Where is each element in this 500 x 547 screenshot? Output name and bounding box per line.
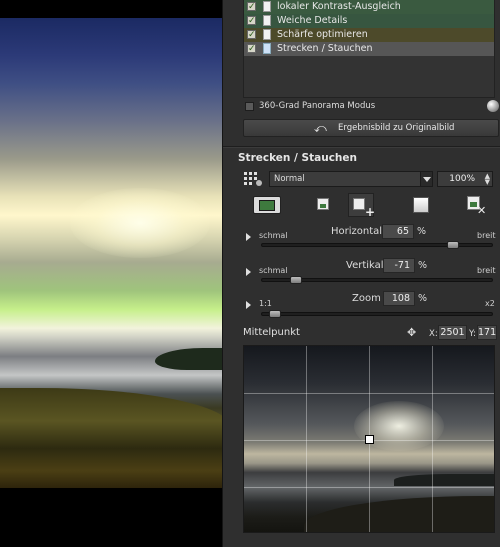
apply-result-label: Ergebnisbild zu Originalbild bbox=[338, 123, 455, 133]
expand-zoom-icon[interactable] bbox=[246, 301, 251, 309]
crosshair-icon[interactable]: ✥ bbox=[407, 326, 416, 339]
horizontal-slider-track[interactable] bbox=[261, 241, 493, 249]
checkbox[interactable]: ✓ bbox=[247, 30, 256, 40]
horizontal-unit: % bbox=[417, 226, 427, 237]
zoom-slider-thumb[interactable] bbox=[269, 310, 281, 318]
horizontal-slider-thumb[interactable] bbox=[447, 241, 459, 249]
foreground-rocks bbox=[0, 388, 222, 488]
vertical-min-label: schmal bbox=[259, 266, 288, 275]
checkbox[interactable]: ✓ bbox=[247, 16, 256, 26]
white-frame-icon[interactable] bbox=[413, 197, 429, 213]
section-title: Strecken / Stauchen bbox=[238, 152, 357, 164]
opacity-value: 100% bbox=[449, 174, 475, 184]
filter-list[interactable]: ✓ lokaler Kontrast-Ausgleich ✓ Weiche De… bbox=[243, 0, 495, 98]
list-item-label: lokaler Kontrast-Ausgleich bbox=[277, 1, 401, 12]
zoom-value-input[interactable]: 108 bbox=[383, 291, 415, 306]
vertical-max-label: breit bbox=[477, 266, 496, 275]
horizontal-min-label: schmal bbox=[259, 231, 288, 240]
panorama-row: 360-Grad Panorama Modus bbox=[243, 100, 499, 114]
list-item-label: Weiche Details bbox=[277, 15, 348, 26]
undo-arrow-icon: ⤺ bbox=[314, 121, 327, 135]
add-image-button[interactable]: + bbox=[348, 193, 376, 219]
expand-horizontal-icon[interactable] bbox=[246, 233, 251, 241]
settings-panel: ✓ lokaler Kontrast-Ausgleich ✓ Weiche De… bbox=[222, 0, 500, 547]
list-item[interactable]: ✓ Weiche Details bbox=[244, 14, 494, 28]
edit-image-icon[interactable] bbox=[315, 195, 333, 215]
navigator-rocks bbox=[304, 496, 494, 532]
zoom-label: Zoom bbox=[352, 293, 381, 304]
list-item[interactable]: ✓ lokaler Kontrast-Ausgleich bbox=[244, 0, 494, 14]
panorama-label: 360-Grad Panorama Modus bbox=[259, 101, 376, 111]
center-point-handle[interactable] bbox=[365, 435, 374, 444]
center-x-input[interactable]: 2501 bbox=[438, 325, 467, 340]
opacity-stepper[interactable]: 100% ▲ ▼ bbox=[437, 171, 493, 187]
list-item-label: Strecken / Stauchen bbox=[277, 43, 373, 54]
navigator-preview[interactable] bbox=[243, 345, 495, 533]
vertical-slider-track[interactable] bbox=[261, 276, 493, 284]
section-divider bbox=[223, 146, 500, 148]
sun-glow bbox=[70, 188, 210, 258]
help-icon[interactable] bbox=[487, 100, 499, 112]
fit-image-icon bbox=[259, 200, 275, 211]
zoom-unit: % bbox=[418, 293, 428, 304]
zoom-slider-track[interactable] bbox=[261, 310, 493, 318]
chevron-down-icon[interactable] bbox=[420, 172, 432, 186]
navigator-cliff bbox=[394, 474, 494, 486]
panorama-checkbox[interactable] bbox=[245, 102, 254, 111]
preview-photo bbox=[0, 18, 222, 488]
zoom-max-label: x2 bbox=[485, 299, 495, 308]
x-label: X: bbox=[429, 329, 438, 339]
checkbox[interactable]: ✓ bbox=[247, 44, 256, 54]
document-icon bbox=[263, 15, 271, 26]
plus-icon: + bbox=[365, 205, 376, 219]
grid-line bbox=[244, 487, 494, 488]
vertical-label: Vertikal bbox=[346, 260, 384, 271]
vertical-slider-thumb[interactable] bbox=[290, 276, 302, 284]
checkbox[interactable]: ✓ bbox=[247, 2, 256, 12]
delete-image-icon[interactable]: ✕ bbox=[465, 194, 487, 217]
blend-mode-select[interactable]: Normal bbox=[269, 171, 433, 187]
zoom-min-label: 1:1 bbox=[259, 299, 272, 308]
horizontal-label: Horizontal bbox=[331, 226, 383, 237]
vertical-unit: % bbox=[418, 260, 428, 271]
center-title: Mittelpunkt bbox=[243, 327, 300, 338]
grid-line bbox=[244, 393, 494, 394]
apply-result-button[interactable]: ⤺ Ergebnisbild zu Originalbild bbox=[243, 119, 499, 137]
list-item-label: Schärfe optimieren bbox=[277, 29, 368, 40]
expand-vertical-icon[interactable] bbox=[246, 268, 251, 276]
y-label: Y: bbox=[469, 329, 476, 339]
list-item-selected[interactable]: ✓ Strecken / Stauchen bbox=[244, 42, 494, 56]
add-image-icon bbox=[353, 198, 365, 210]
document-icon bbox=[263, 29, 271, 40]
horizontal-value-input[interactable]: 65 bbox=[382, 224, 414, 239]
center-y-input[interactable]: 171 bbox=[477, 325, 497, 340]
document-icon bbox=[263, 1, 271, 12]
horizontal-max-label: breit bbox=[477, 231, 496, 240]
distant-cliff bbox=[155, 348, 222, 370]
stepper-arrows-icon[interactable]: ▲ ▼ bbox=[485, 173, 490, 186]
fit-image-button[interactable] bbox=[253, 196, 281, 214]
image-preview[interactable] bbox=[0, 0, 222, 547]
vertical-value-input[interactable]: -71 bbox=[383, 258, 415, 273]
list-item[interactable]: ✓ Schärfe optimieren bbox=[244, 28, 494, 42]
grid-settings-icon[interactable] bbox=[243, 170, 265, 188]
document-icon bbox=[263, 43, 271, 54]
blend-mode-value: Normal bbox=[274, 174, 305, 184]
